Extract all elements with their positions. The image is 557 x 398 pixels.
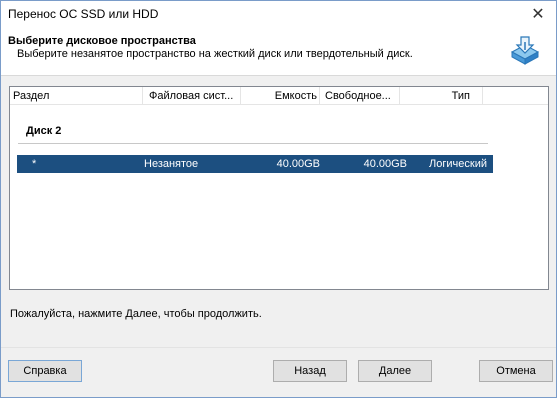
column-header-row: Раздел Файловая сист... Емкость Свободно… <box>10 87 548 105</box>
step-subtitle: Выберите незанятое пространство на жестк… <box>17 48 413 60</box>
help-button[interactable]: Справка <box>8 360 82 382</box>
cancel-button[interactable]: Отмена <box>479 360 553 382</box>
cell-free: 40.00GB <box>363 158 407 170</box>
group-divider <box>18 143 488 144</box>
column-capacity[interactable]: Емкость <box>241 87 320 105</box>
wizard-header: Выберите дисковое пространства Выберите … <box>1 27 556 76</box>
column-free[interactable]: Свободное... <box>320 87 400 105</box>
column-partition[interactable]: Раздел <box>10 87 143 105</box>
disk-migrate-icon <box>510 36 540 65</box>
cell-partition: * <box>32 158 37 170</box>
close-icon[interactable]: ✕ <box>528 4 548 24</box>
status-text: Пожалуйста, нажмите Далее, чтобы продолж… <box>10 308 262 320</box>
title-bar[interactable]: Перенос ОС SSD или HDD ✕ <box>1 1 556 27</box>
step-title: Выберите дисковое пространства <box>8 35 196 47</box>
window-title: Перенос ОС SSD или HDD <box>8 7 159 21</box>
footer-divider <box>1 347 556 348</box>
column-filesystem[interactable]: Файловая сист... <box>143 87 241 105</box>
disk-group-label: Диск 2 <box>26 125 62 137</box>
migration-dialog: Перенос ОС SSD или HDD ✕ Выберите дисков… <box>0 0 557 398</box>
cell-type: Логический <box>429 158 487 170</box>
partition-list[interactable]: Раздел Файловая сист... Емкость Свободно… <box>9 86 549 290</box>
next-button[interactable]: Далее <box>358 360 432 382</box>
cell-capacity: 40.00GB <box>276 158 320 170</box>
table-row[interactable]: * Незанятое 40.00GB 40.00GB Логический <box>17 155 493 173</box>
back-button[interactable]: Назад <box>273 360 347 382</box>
cell-filesystem: Незанятое <box>144 158 199 170</box>
column-type[interactable]: Тип <box>400 87 483 105</box>
